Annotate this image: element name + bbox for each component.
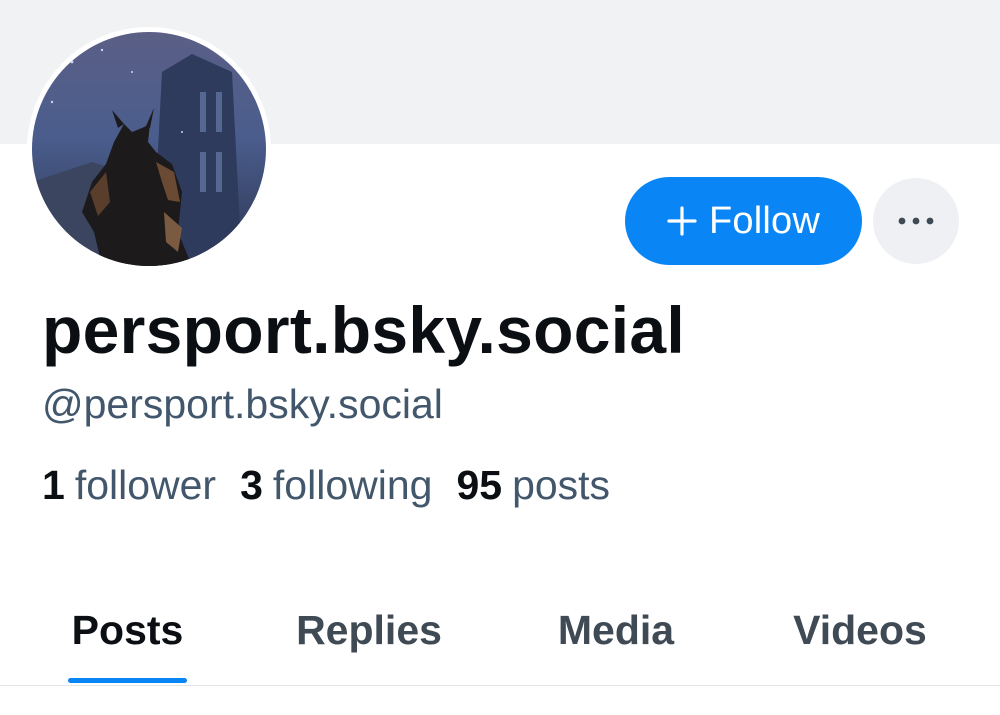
follow-label: Follow [708, 199, 820, 242]
tab-replies-label: Replies [296, 606, 442, 653]
profile-handle: @persport.bsky.social [42, 381, 443, 427]
posts-count: 95 [456, 462, 503, 508]
following-label: following [272, 462, 433, 508]
tab-posts[interactable]: Posts [68, 575, 187, 685]
tab-media-label: Media [557, 606, 675, 653]
followers-label: follower [74, 462, 217, 508]
profile-page: Follow persport.bsky.social @persport.bs… [0, 0, 1000, 715]
following-stat[interactable]: 3 following [240, 462, 432, 509]
profile-stats: 1 follower 3 following 95 posts [42, 462, 610, 509]
plus-icon [667, 206, 697, 236]
followers-count: 1 [42, 462, 65, 508]
follow-button[interactable]: Follow [625, 177, 862, 265]
avatar-image [32, 32, 266, 266]
followers-stat[interactable]: 1 follower [42, 462, 216, 509]
posts-label: posts [512, 462, 611, 508]
active-tab-indicator [68, 678, 187, 683]
more-options-button[interactable] [873, 178, 959, 264]
tab-posts-label: Posts [71, 606, 184, 653]
avatar[interactable] [27, 27, 271, 271]
tab-videos[interactable]: Videos [781, 575, 939, 685]
following-count: 3 [240, 462, 263, 508]
tab-replies[interactable]: Replies [286, 575, 452, 685]
tab-media[interactable]: Media [545, 575, 687, 685]
posts-stat: 95 posts [456, 462, 610, 509]
profile-tabs: Posts Replies Media Videos [0, 575, 1000, 685]
tab-videos-label: Videos [793, 606, 927, 653]
tabs-divider [0, 685, 1000, 686]
ellipsis-icon [898, 217, 934, 225]
display-name: persport.bsky.social [42, 293, 686, 367]
